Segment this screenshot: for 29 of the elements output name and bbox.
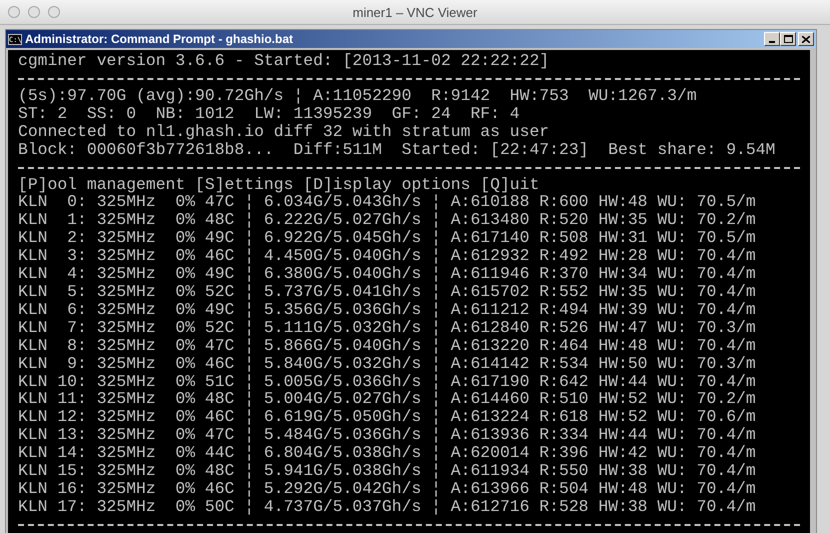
window-title: miner1 – VNC Viewer [352,4,478,20]
device-line: KLN 0: 325MHz 0% 47C ¦ 6.034G/5.043Gh/s ¦ A:610188 R:600 HW:48 WU: 70.5/m [18,193,756,212]
device-line: KLN 2: 325MHz 0% 49C ¦ 6.922G/5.045Gh/s ¦ A:617140 R:508 HW:31 WU: 70.5/m [18,229,756,248]
device-line: KLN 16: 325MHz 0% 46C ¦ 5.292G/5.042Gh/s ¦ A:613966 R:504 HW:48 WU: 70.4/m [18,480,756,498]
device-line: KLN 4: 325MHz 0% 49C ¦ 6.380G/5.040Gh/s ¦ A:611946 R:370 HW:34 WU: 70.4/m [18,265,756,283]
device-line: KLN 14: 325MHz 0% 44C ¦ 6.804G/5.038Gh/s ¦ A:620014 R:396 HW:42 WU: 70.4/m [18,444,756,462]
device-line: KLN 1: 325MHz 0% 48C ¦ 6.222G/5.027Gh/s ¦ A:613480 R:520 HW:35 WU: 70.2/m [18,211,756,230]
device-line: KLN 7: 325MHz 0% 52C ¦ 5.111G/5.032Gh/s ¦ A:612840 R:526 HW:47 WU: 70.3/m [18,318,756,337]
device-line: KLN 15: 325MHz 0% 48C ¦ 5.941G/5.038Gh/s ¦ A:611934 R:550 HW:38 WU: 70.4/m [18,462,756,480]
device-line: KLN 5: 325MHz 0% 52C ¦ 5.737G/5.041Gh/s ¦ A:615702 R:552 HW:35 WU: 70.4/m [18,282,756,301]
status-line: (5s):97.70G (avg):90.72Gh/s ¦ A:11052290 R:9142 HW:753 WU:1267.3/m [18,86,697,105]
device-line: KLN 6: 325MHz 0% 49C ¦ 5.356G/5.036Gh/s ¦ A:611212 R:494 HW:39 WU: 70.4/m [18,300,756,319]
device-line: KLN 8: 325MHz 0% 47C ¦ 5.866G/5.040Gh/s ¦ A:613220 R:464 HW:48 WU: 70.4/m [18,336,756,355]
device-line: KLN 10: 325MHz 0% 51C ¦ 5.005G/5.036Gh/s ¦ A:617190 R:642 HW:44 WU: 70.4/m [18,372,756,390]
status-line: Connected to nl1.ghash.io diff 32 with stratum as user [18,122,550,141]
maximize-button[interactable] [780,32,796,46]
close-icon [802,36,810,42]
maximize-icon [784,35,792,43]
device-line: KLN 11: 325MHz 0% 48C ¦ 5.004G/5.027Gh/s ¦ A:614460 R:510 HW:52 WU: 70.2/m [18,390,756,408]
device-line: KLN 13: 325MHz 0% 47C ¦ 5.484G/5.036Gh/s ¦ A:613936 R:334 HW:44 WU: 70.4/m [18,426,756,444]
device-line: KLN 9: 325MHz 0% 46C ¦ 5.840G/5.032Gh/s ¦ A:614142 R:534 HW:50 WU: 70.3/m [18,354,756,372]
device-line: KLN 17: 325MHz 0% 50C ¦ 4.737G/5.037Gh/s ¦ A:612716 R:528 HW:38 WU: 70.4/m [18,498,756,516]
version-line: cgminer version 3.6.6 - Started: [2013-11-02 22:22:22] [18,52,550,70]
menu-line: [P]ool management [S]ettings [D]isplay options [Q]uit [18,176,540,194]
status-line: Block: 00060f3b772618b8... Diff:511M Started: [22:47:23] Best share: 9.54M [18,140,776,159]
device-line: KLN 12: 325MHz 0% 46C ¦ 6.619G/5.050Gh/s ¦ A:613224 R:618 HW:52 WU: 70.6/m [18,408,756,426]
status-line: ST: 2 SS: 0 NB: 1012 LW: 11395239 GF: 24 RF: 4 [18,104,520,123]
console-window-title: Administrator: Command Prompt - ghashio.bat [25,32,294,46]
device-line: KLN 3: 325MHz 0% 46C ¦ 4.450G/5.040Gh/s ¦ A:612932 R:492 HW:28 WU: 70.4/m [18,247,756,266]
